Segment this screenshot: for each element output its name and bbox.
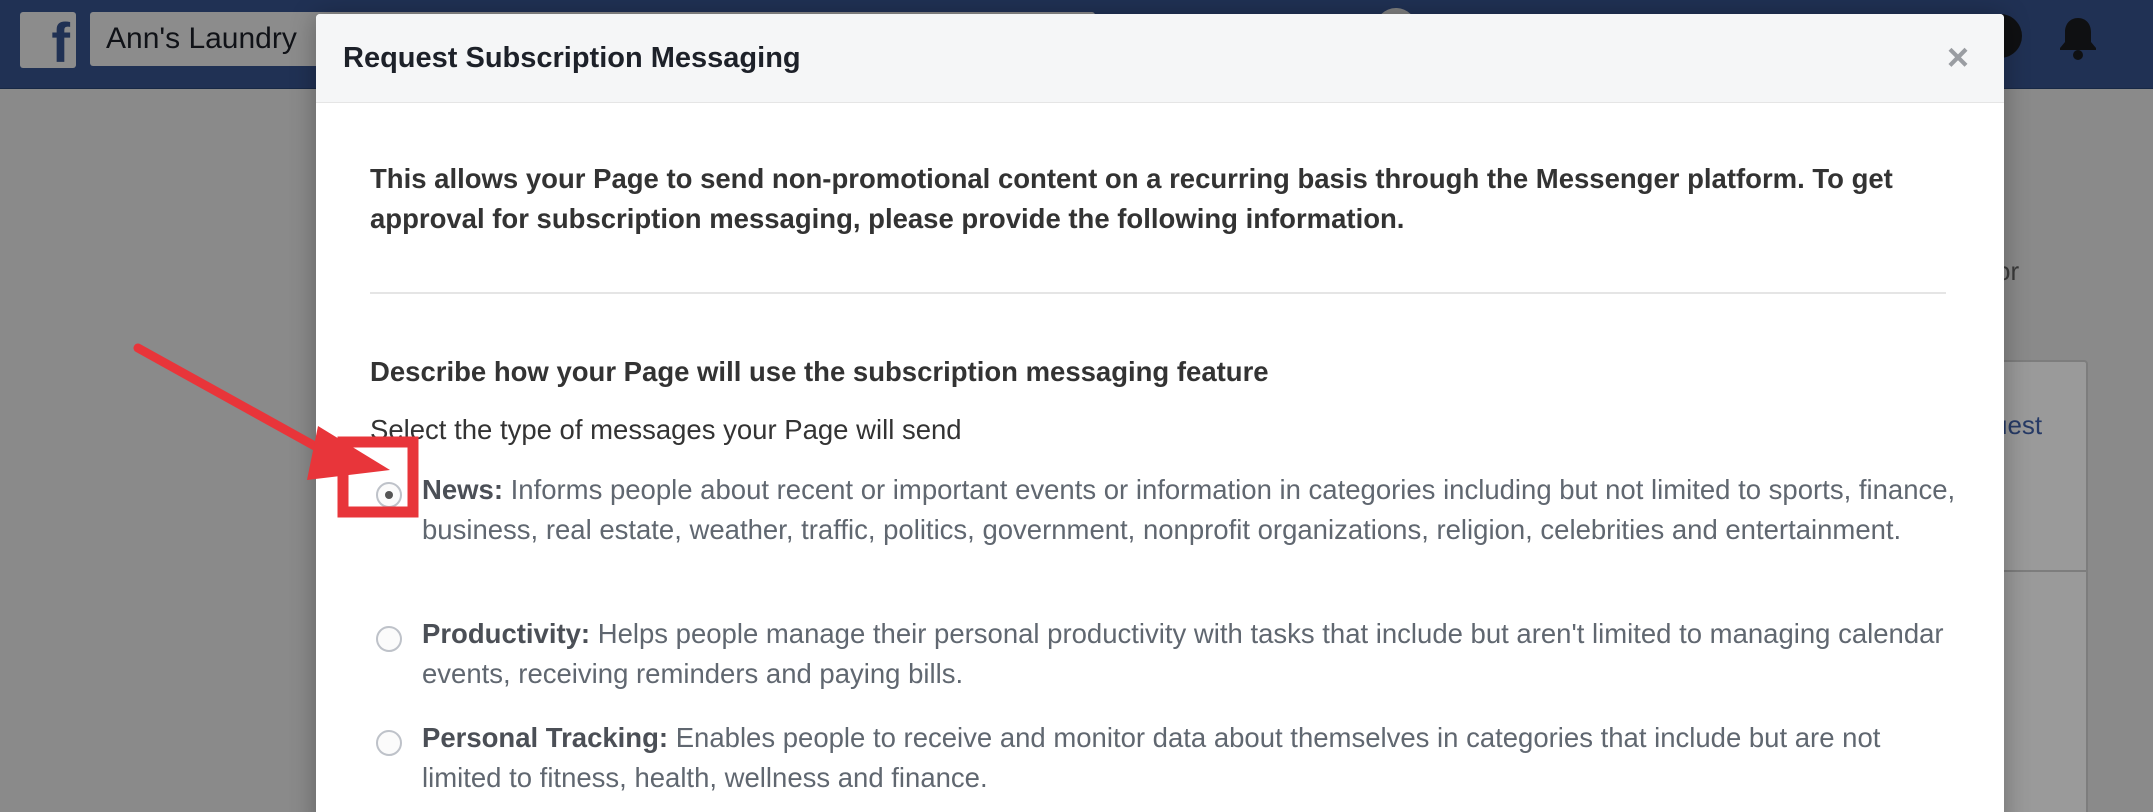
news-radio[interactable] [376, 482, 402, 508]
productivity-radio[interactable] [376, 626, 402, 652]
background-card-divider [1992, 570, 2088, 572]
facebook-f-icon[interactable]: f [20, 12, 76, 68]
news-option-description: Informs people about recent or important… [422, 474, 1956, 545]
page: f Ann's Laundry or uest Request Subscrip… [0, 0, 2153, 812]
personal-tracking-option-label: Personal Tracking: [422, 722, 669, 753]
dialog-title: Request Subscription Messaging [343, 42, 801, 74]
usage-section-heading: Describe how your Page will use the subs… [370, 356, 1269, 387]
annotation-arrow-shaft [133, 343, 345, 465]
news-option-label: News: [422, 474, 503, 505]
dialog-intro-text: This allows your Page to send non-promot… [370, 163, 1893, 234]
news-option-text[interactable]: News: Informs people about recent or imp… [422, 470, 1962, 550]
message-type-prompt: Select the type of messages your Page wi… [370, 414, 962, 445]
notifications-bell-icon[interactable] [2052, 12, 2104, 64]
productivity-option-text[interactable]: Productivity: Helps people manage their … [422, 614, 1962, 694]
productivity-option-label: Productivity: [422, 618, 591, 649]
close-button[interactable]: × [1936, 36, 1980, 80]
personal-tracking-radio[interactable] [376, 730, 402, 756]
productivity-option-description: Helps people manage their personal produ… [422, 618, 1944, 689]
dialog-header: Request Subscription Messaging × [316, 14, 2004, 103]
subscription-messaging-dialog: Request Subscription Messaging × This al… [316, 14, 2004, 812]
section-divider [370, 292, 1946, 294]
personal-tracking-option-text[interactable]: Personal Tracking: Enables people to rec… [422, 718, 1962, 798]
